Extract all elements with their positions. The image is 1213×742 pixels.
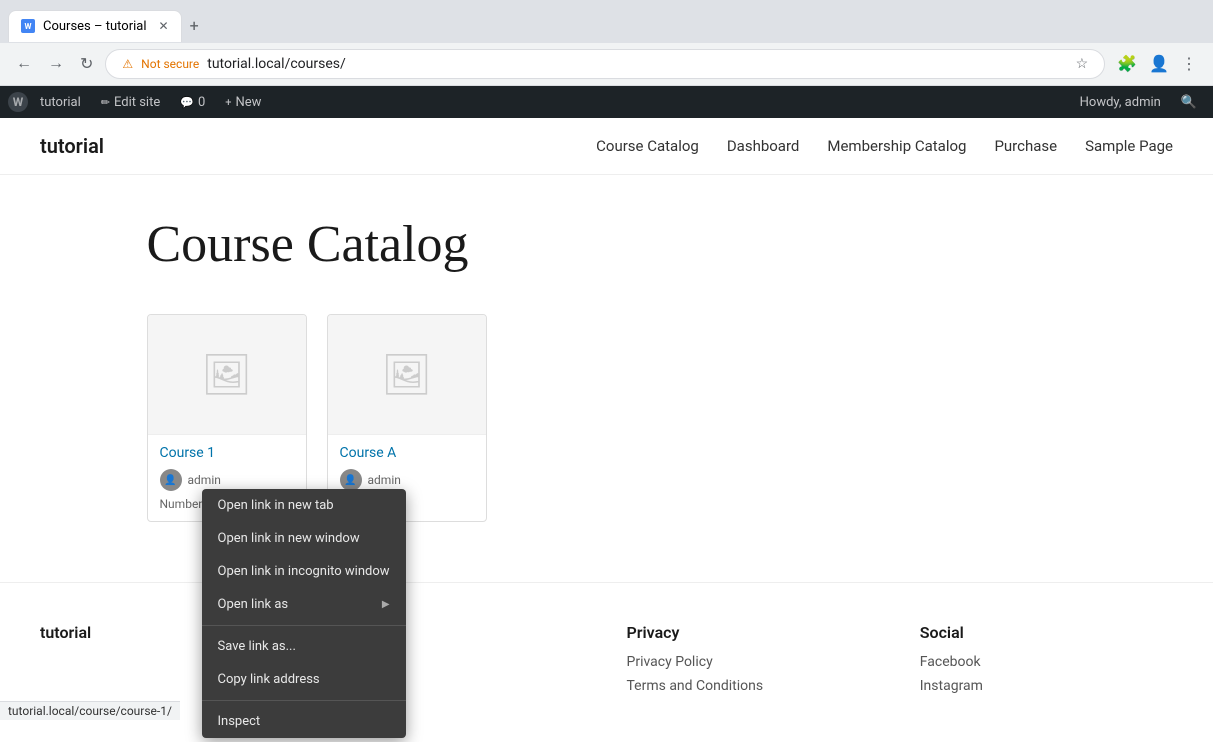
nav-bar: ← → ↻ ⚠ Not secure tutorial.local/course… <box>0 43 1213 85</box>
course-title-1[interactable]: Course 1 <box>160 445 294 461</box>
wp-logo[interactable]: W <box>8 92 28 112</box>
admin-bar-right: Howdy, admin 🔍 <box>1072 86 1205 118</box>
forward-button[interactable]: → <box>44 51 68 77</box>
course-meta-2: 👤 admin <box>340 469 474 491</box>
tab-favicon: W <box>21 19 35 33</box>
back-button[interactable]: ← <box>12 51 36 77</box>
context-open-link-as[interactable]: Open link as ▶ <box>202 588 406 621</box>
reload-button[interactable]: ↻ <box>76 50 97 78</box>
site-header: tutorial Course Catalog Dashboard Member… <box>0 118 1213 175</box>
course-title-2[interactable]: Course A <box>340 445 474 461</box>
howdy-label: Howdy, admin <box>1072 95 1169 110</box>
url-text: tutorial.local/courses/ <box>207 56 1067 72</box>
course-thumbnail-1: 🖼 <box>148 315 306 435</box>
comments-count: 0 <box>198 95 205 110</box>
context-menu-separator-1 <box>202 625 406 626</box>
context-menu: Open link in new tab Open link in new wi… <box>202 489 406 738</box>
thumbnail-placeholder-icon: 🖼 <box>201 351 252 398</box>
footer-privacy-title: Privacy <box>627 623 880 642</box>
admin-search-button[interactable]: 🔍 <box>1173 86 1205 118</box>
context-save-link[interactable]: Save link as... <box>202 630 406 663</box>
thumbnail-placeholder-icon-2: 🖼 <box>381 351 432 398</box>
context-open-new-tab[interactable]: Open link in new tab <box>202 489 406 522</box>
site-footer: tutorial About Team History Privacy Priv… <box>0 582 1213 742</box>
admin-bar-edit-site[interactable]: ✏ Edit site <box>93 86 168 118</box>
footer-link-facebook[interactable]: Facebook <box>920 654 1173 670</box>
edit-site-label: Edit site <box>114 95 160 110</box>
status-bar: tutorial.local/course/course-1/ <box>0 701 180 720</box>
main-content: Course Catalog 🖼 Course 1 👤 admin Number… <box>107 175 1107 582</box>
comment-icon: 💬 <box>180 96 194 109</box>
footer-social-title: Social <box>920 623 1173 642</box>
not-secure-label: Not secure <box>141 57 199 71</box>
nav-purchase[interactable]: Purchase <box>994 137 1057 155</box>
footer-link-instagram[interactable]: Instagram <box>920 678 1173 694</box>
browser-chrome: W Courses – tutorial ✕ + ← → ↻ ⚠ Not sec… <box>0 0 1213 86</box>
admin-bar-site[interactable]: tutorial <box>32 86 89 118</box>
tab-bar: W Courses – tutorial ✕ + <box>0 0 1213 43</box>
new-label: New <box>236 95 262 110</box>
nav-membership-catalog[interactable]: Membership Catalog <box>827 137 966 155</box>
footer-link-privacy-policy[interactable]: Privacy Policy <box>627 654 880 670</box>
footer-link-terms[interactable]: Terms and Conditions <box>627 678 880 694</box>
address-bar[interactable]: ⚠ Not secure tutorial.local/courses/ ☆ <box>105 49 1105 79</box>
context-inspect[interactable]: Inspect <box>202 705 406 738</box>
course-avatar-2: 👤 <box>340 469 362 491</box>
submenu-arrow-icon: ▶ <box>382 599 390 610</box>
context-open-incognito[interactable]: Open link in incognito window <box>202 555 406 588</box>
footer-social: Social Facebook Instagram <box>920 623 1173 702</box>
admin-bar-new[interactable]: + New <box>217 86 269 118</box>
tab-close-button[interactable]: ✕ <box>159 19 169 33</box>
nav-sample-page[interactable]: Sample Page <box>1085 137 1173 155</box>
context-open-new-window[interactable]: Open link in new window <box>202 522 406 555</box>
course-avatar-1: 👤 <box>160 469 182 491</box>
new-tab-button[interactable]: + <box>182 8 207 43</box>
course-author-1: admin <box>188 473 221 487</box>
nav-dashboard[interactable]: Dashboard <box>727 137 800 155</box>
course-author-2: admin <box>368 473 401 487</box>
admin-site-name: tutorial <box>40 95 81 110</box>
site-nav: Course Catalog Dashboard Membership Cata… <box>596 137 1173 155</box>
nav-course-catalog[interactable]: Course Catalog <box>596 137 699 155</box>
footer-privacy: Privacy Privacy Policy Terms and Conditi… <box>627 623 880 702</box>
plus-icon: + <box>225 96 231 109</box>
menu-button[interactable]: ⋮ <box>1177 50 1201 78</box>
security-icon: ⚠ <box>122 57 133 71</box>
extensions-button[interactable]: 🧩 <box>1113 50 1141 78</box>
course-grid: 🖼 Course 1 👤 admin Number of les 🖼 Cours… <box>147 314 1067 522</box>
admin-bar: W tutorial ✏ Edit site 💬 0 + New Howdy, … <box>0 86 1213 118</box>
bookmark-icon[interactable]: ☆ <box>1076 56 1089 72</box>
context-copy-link[interactable]: Copy link address <box>202 663 406 696</box>
page-title: Course Catalog <box>147 215 1067 274</box>
browser-tab[interactable]: W Courses – tutorial ✕ <box>8 10 182 42</box>
profile-button[interactable]: 👤 <box>1145 50 1173 78</box>
context-menu-separator-2 <box>202 700 406 701</box>
site-logo[interactable]: tutorial <box>40 134 104 158</box>
course-thumbnail-2: 🖼 <box>328 315 486 435</box>
course-meta-1: 👤 admin <box>160 469 294 491</box>
admin-bar-comments[interactable]: 💬 0 <box>172 86 213 118</box>
status-url: tutorial.local/course/course-1/ <box>8 704 172 718</box>
nav-actions: 🧩 👤 ⋮ <box>1113 50 1201 78</box>
tab-title: Courses – tutorial <box>43 19 147 34</box>
edit-icon: ✏ <box>101 96 110 109</box>
